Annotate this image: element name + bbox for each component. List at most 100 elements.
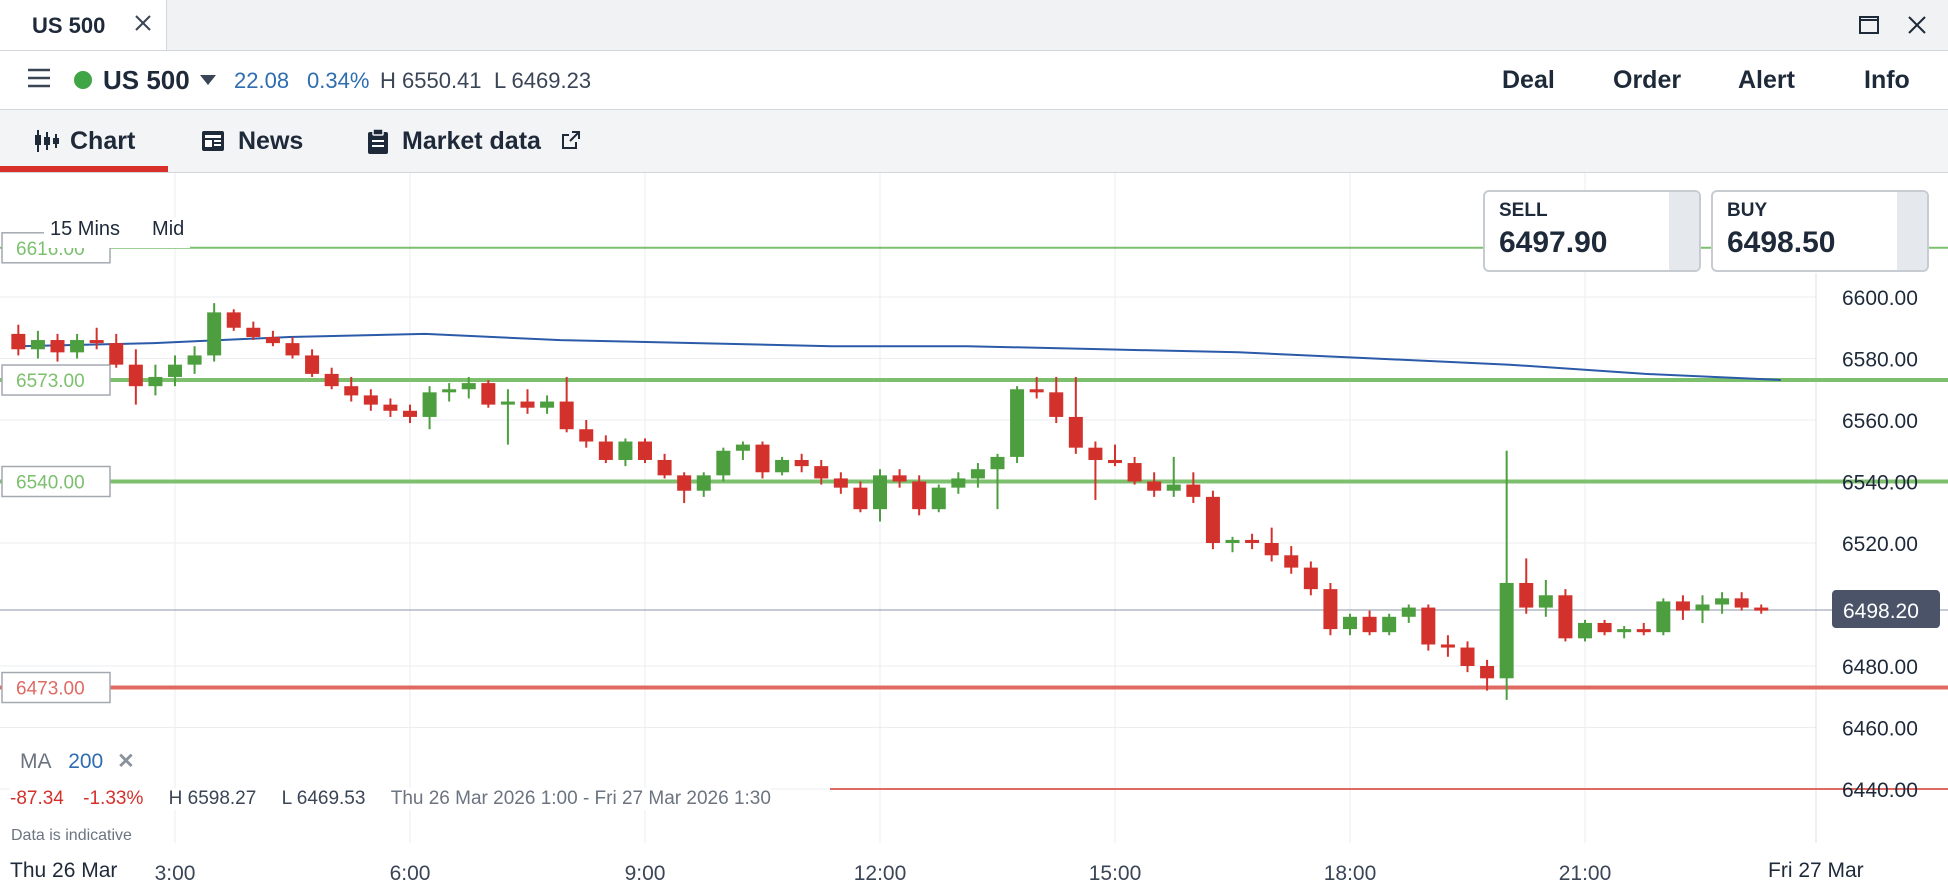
candle-body[interactable] [1636,629,1651,633]
candle-body[interactable] [1029,389,1044,393]
candle-body[interactable] [1675,601,1690,611]
candle-body[interactable] [226,312,241,328]
candle-body[interactable] [11,333,26,350]
instrument-name[interactable]: US 500 [103,65,190,96]
candle-body[interactable] [148,376,163,387]
candle-body[interactable] [403,410,417,417]
tab-chart[interactable]: Chart [0,110,168,172]
candle-body[interactable] [305,355,320,374]
candle-body[interactable] [1127,463,1142,482]
candle-body[interactable] [1284,555,1299,568]
candle-body[interactable] [1303,567,1318,590]
timeframe-selector[interactable]: 15 Mins Mid [44,218,191,248]
candle-body[interactable] [931,487,946,510]
candle-body[interactable] [383,404,398,411]
candle-body[interactable] [70,340,85,353]
candle-body[interactable] [598,441,613,460]
candle-body[interactable] [1597,622,1612,633]
candle-body[interactable] [1558,595,1573,639]
close-window-icon[interactable] [1904,12,1930,38]
maximize-icon[interactable] [1856,12,1882,38]
price-chart[interactable]: 6573.00 6540.00 6473.00 6616.00 6600.00 6580… [0,173,1948,886]
candle-body[interactable] [1343,616,1357,630]
alert-button[interactable]: Alert [1738,66,1795,95]
candle-body[interactable] [1010,389,1025,457]
candle-body[interactable] [1323,589,1338,630]
candle-body[interactable] [1166,484,1181,491]
candle-body[interactable] [285,343,300,356]
candle-body[interactable] [265,336,280,344]
ma-indicator-legend[interactable]: MA 200 ✕ [20,749,135,774]
candle-body[interactable] [1578,622,1592,639]
buy-quote-button[interactable]: BUY 6498.50 [1711,190,1929,272]
ma-period[interactable]: 200 [68,750,103,773]
candle-body[interactable] [324,373,339,387]
candle-body[interactable] [657,459,672,476]
chevron-down-icon[interactable] [200,75,216,85]
candle-body[interactable] [1421,607,1436,645]
candle-body[interactable] [1715,598,1730,605]
candle-body[interactable] [128,364,143,387]
candle-body[interactable] [775,459,790,473]
candle-body[interactable] [559,401,574,430]
candle-body[interactable] [1538,595,1553,608]
candle-body[interactable] [716,450,731,476]
candle-body[interactable] [168,364,182,377]
candle-body[interactable] [540,401,555,408]
candle-body[interactable] [442,389,457,393]
candle-body[interactable] [30,340,45,350]
candle-body[interactable] [461,383,476,390]
hamburger-menu-icon[interactable] [26,67,52,89]
candle-body[interactable] [970,469,985,479]
candle-body[interactable] [794,459,809,467]
candle-body[interactable] [246,327,261,337]
candle-body[interactable] [1440,644,1455,648]
tab-news[interactable]: News [196,110,316,172]
candle-body[interactable] [1734,598,1749,608]
candle-body[interactable] [109,343,124,365]
candle-body[interactable] [677,475,692,491]
candle-body[interactable] [912,481,927,510]
price-type-value[interactable]: Mid [152,218,184,240]
candle-body[interactable] [1049,392,1064,417]
candle-body[interactable] [638,441,652,460]
candle-body[interactable] [207,312,222,356]
candle-body[interactable] [1088,447,1103,460]
candle-body[interactable] [1656,601,1671,633]
candle-body[interactable] [481,383,496,405]
candle-body[interactable] [187,355,202,365]
candle-body[interactable] [1147,481,1162,491]
candle-body[interactable] [833,478,848,488]
candle-body[interactable] [1401,607,1416,617]
candle-body[interactable] [422,392,437,417]
candle-body[interactable] [951,478,966,488]
candle-body[interactable] [1695,604,1710,611]
candle-body[interactable] [1108,459,1122,464]
candle-body[interactable] [735,444,750,451]
candle-body[interactable] [1382,616,1397,633]
candle-body[interactable] [755,444,770,473]
candle-body[interactable] [1205,496,1220,543]
candle-body[interactable] [696,475,711,491]
candle-body[interactable] [50,340,65,353]
tab-market-data[interactable]: Market data [362,110,592,172]
timeframe-value[interactable]: 15 Mins [50,218,120,240]
candle-body[interactable] [853,487,868,510]
candle-body[interactable] [579,429,594,442]
candle-body[interactable] [814,466,829,479]
candle-body[interactable] [1480,666,1495,679]
candle-body[interactable] [990,456,1005,470]
close-icon[interactable] [132,10,154,36]
candlestick-chart[interactable]: 6573.006540.006473.006616.00 6600.006580… [0,173,1948,886]
candle-body[interactable] [344,386,359,396]
deal-button[interactable]: Deal [1502,66,1555,95]
candle-body[interactable] [1519,582,1534,608]
remove-indicator-icon[interactable]: ✕ [117,750,135,773]
candle-body[interactable] [1362,616,1377,633]
candle-body[interactable] [1754,607,1769,611]
candle-body[interactable] [618,441,633,460]
candle-body[interactable] [892,475,907,482]
candle-body[interactable] [1617,629,1632,633]
info-button[interactable]: Info [1864,66,1910,95]
candle-body[interactable] [873,475,887,510]
